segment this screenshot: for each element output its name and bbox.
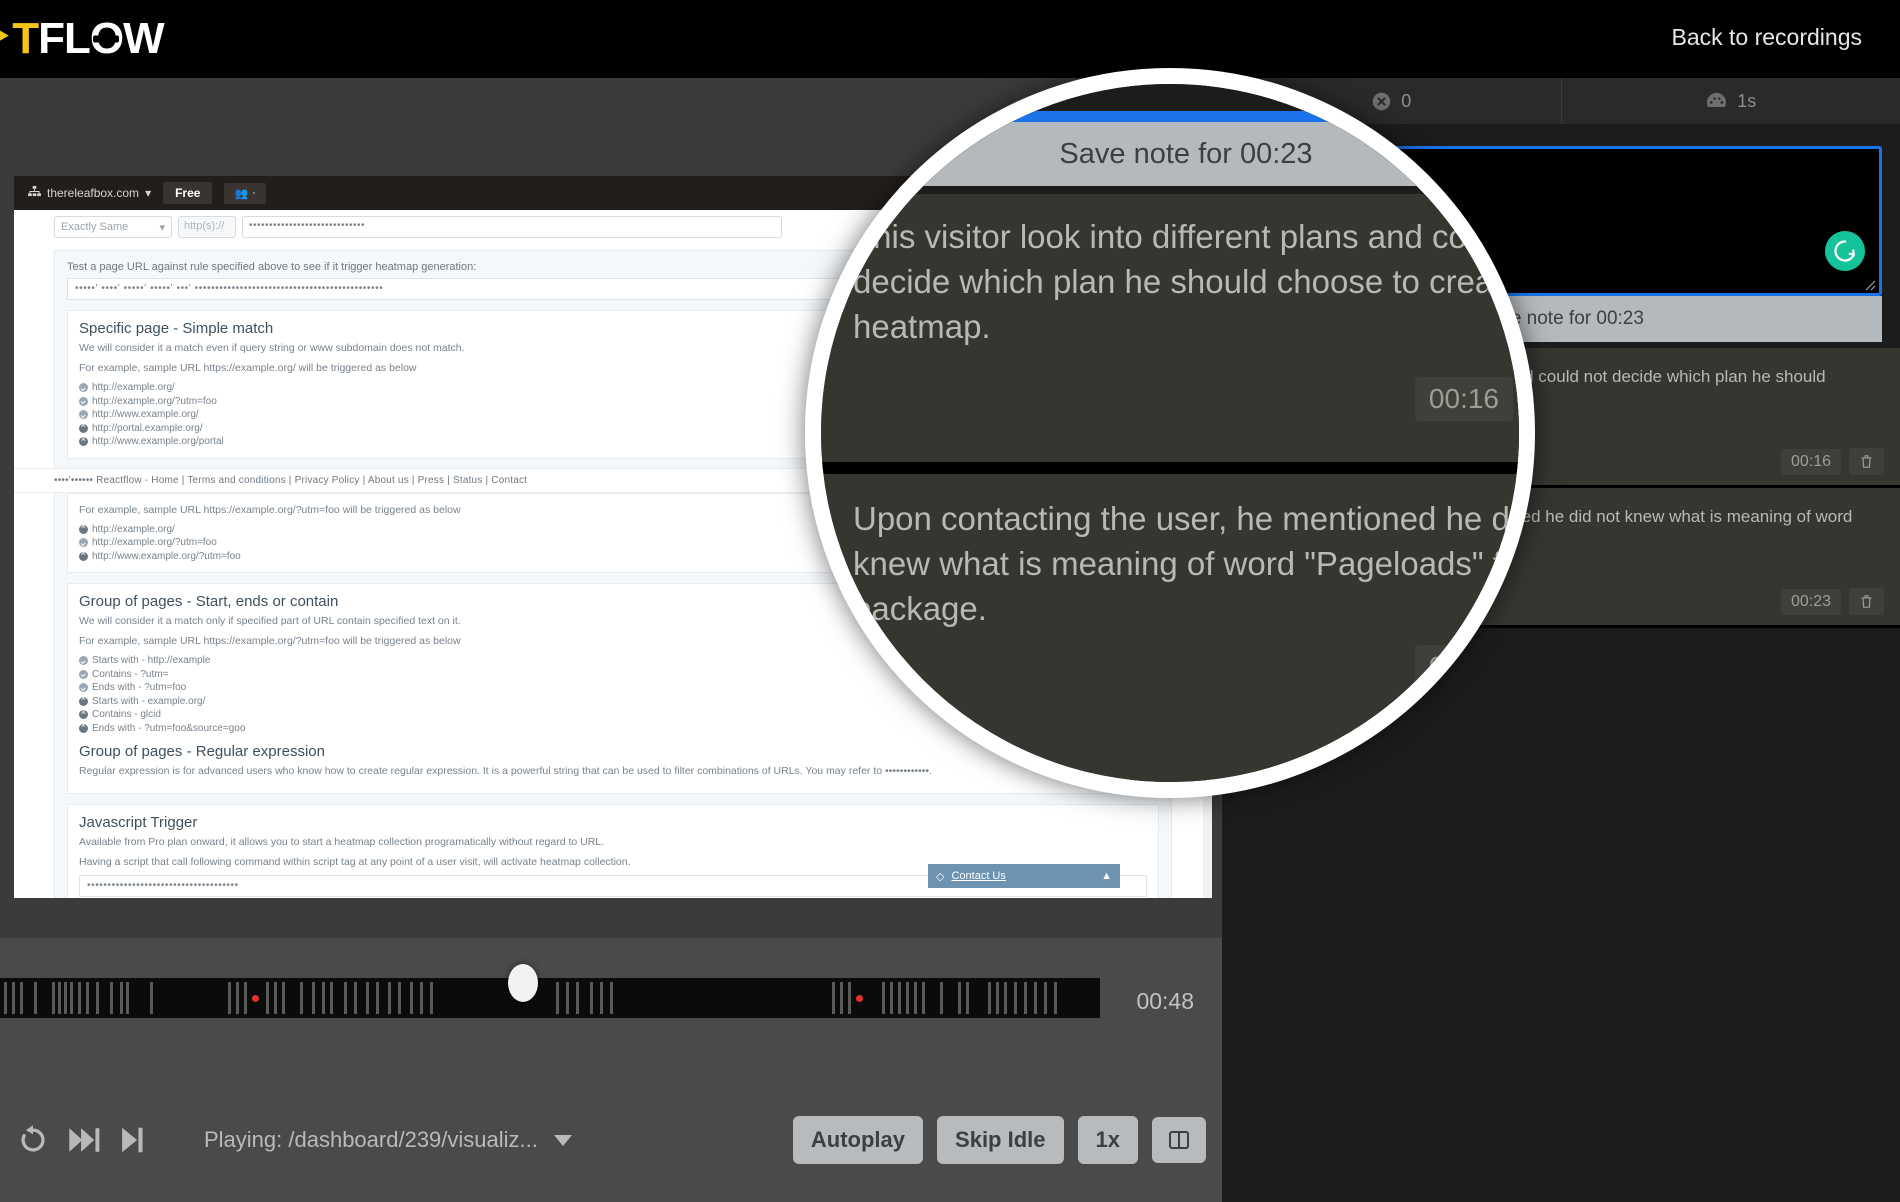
list-item-text: http://example.org/	[92, 523, 175, 537]
cross-icon	[79, 710, 88, 719]
protocol-prefix: http(s)://	[178, 216, 236, 238]
magnifier-content: Save note for 00:23 This visitor look in…	[821, 84, 1535, 798]
match-type-select[interactable]: Exactly Same ▾	[54, 216, 172, 238]
note-timestamp[interactable]: 00:16	[1781, 449, 1841, 475]
skip-forward-icon[interactable]	[68, 1125, 102, 1155]
restart-icon[interactable]	[16, 1123, 50, 1157]
seek-area: 00:48	[0, 938, 1222, 1078]
list-item-text: http://www.example.org/portal	[92, 435, 224, 449]
list-item-text: Contains - ?utm=	[92, 668, 168, 682]
list-item-text: http://example.org/	[92, 381, 175, 395]
list-item-text: Contains - glcid	[92, 708, 161, 722]
check-icon	[79, 656, 88, 665]
stat-speed-value: 1s	[1737, 91, 1756, 112]
list-item-text: Starts with - example.org/	[92, 695, 205, 709]
top-bar: ⯈TFLOW Back to recordings	[0, 0, 1900, 78]
magnifier-overlay: Save note for 00:23 This visitor look in…	[805, 68, 1535, 798]
list-item-text: http://example.org/?utm=foo	[92, 395, 217, 409]
magnified-note-text: This visitor look into different plans a…	[853, 214, 1535, 349]
app-logo: ⯈TFLOW	[0, 14, 164, 64]
timeline-track[interactable]	[0, 978, 1100, 1018]
contact-us-label: Contact Us	[951, 870, 1005, 882]
match-type-value: Exactly Same	[61, 221, 128, 233]
cross-icon	[79, 437, 88, 446]
trash-icon[interactable]	[1849, 588, 1884, 615]
trash-icon[interactable]	[1849, 448, 1884, 475]
check-icon	[79, 410, 88, 419]
magnified-note-meta: 00:23	[1415, 642, 1535, 691]
cross-icon	[79, 724, 88, 733]
list-item-text: Starts with - http://example	[92, 654, 210, 668]
site-name: thereleafbox.com	[47, 186, 139, 200]
playing-url-selector[interactable]: Playing: /dashboard/239/visualiz...	[204, 1127, 572, 1153]
list-item-text: http://portal.example.org/	[92, 422, 203, 436]
event-marker[interactable]	[252, 995, 259, 1002]
cross-icon	[79, 525, 88, 534]
cross-icon	[79, 697, 88, 706]
rule-desc: Available from Pro plan onward, it allow…	[79, 835, 1147, 850]
chevron-down-icon: ▾	[159, 221, 165, 234]
logo-text-rest: FL	[38, 14, 90, 63]
chevron-up-icon: ▲	[1101, 870, 1112, 882]
contact-us-widget[interactable]: ◇ Contact Us ▲	[928, 864, 1120, 888]
note-timestamp[interactable]: 00:23	[1781, 589, 1841, 615]
back-to-recordings-link[interactable]: Back to recordings	[1672, 24, 1862, 51]
speedometer-icon	[1705, 91, 1728, 112]
autoplay-button[interactable]: Autoplay	[793, 1116, 923, 1164]
note-meta: 00:16	[1781, 448, 1884, 475]
cross-icon	[79, 552, 88, 561]
check-icon	[79, 397, 88, 406]
recording-player-page: ⯈TFLOW Back to recordings 0 1s Save note…	[0, 0, 1900, 1202]
note-meta: 00:23	[1781, 588, 1884, 615]
team-badge[interactable]: 👥 ·	[224, 183, 265, 204]
chevron-down-icon	[554, 1135, 572, 1146]
event-marker[interactable]	[856, 995, 863, 1002]
check-icon	[79, 538, 88, 547]
list-item-text: http://www.example.org/?utm=foo	[92, 550, 241, 564]
check-icon	[79, 683, 88, 692]
list-item-text: Ends with - ?utm=foo&source=goo	[92, 722, 245, 736]
magnified-note-text: Upon contacting the user, he mentioned h…	[853, 496, 1535, 631]
logo-accent: ⯈T	[0, 14, 38, 63]
logo-text-tail: W	[123, 14, 164, 63]
magnified-note-meta: 00:16	[1415, 374, 1535, 423]
team-icon: 👥	[234, 187, 248, 200]
logo-o-icon: O	[90, 14, 123, 64]
check-icon	[79, 670, 88, 679]
timeline-scrubber[interactable]	[508, 964, 538, 1002]
plan-badge[interactable]: Free	[163, 182, 212, 204]
controls-right-group: Autoplay Skip Idle 1x	[793, 1116, 1206, 1164]
stat-speed[interactable]: 1s	[1562, 78, 1900, 124]
list-item-text: Ends with - ?utm=foo	[92, 681, 186, 695]
sitemap-icon	[28, 186, 41, 200]
playback-speed-button[interactable]: 1x	[1078, 1116, 1138, 1164]
magnified-textarea-border	[821, 111, 1535, 122]
skip-idle-button[interactable]: Skip Idle	[937, 1116, 1063, 1164]
site-selector[interactable]: thereleafbox.com ▾	[28, 186, 151, 200]
team-badge-text: ·	[252, 187, 256, 199]
diamond-icon: ◇	[936, 870, 944, 883]
player-controls: Playing: /dashboard/239/visualiz... Auto…	[0, 1078, 1222, 1202]
url-input[interactable]: •••••••••••••••••••••••••••••	[242, 216, 782, 238]
cross-icon	[79, 424, 88, 433]
magnified-note-separator	[821, 462, 1535, 474]
chevron-down-icon: ▾	[145, 186, 151, 200]
magnified-note-timestamp[interactable]: 00:23	[1415, 645, 1513, 689]
total-time-label: 00:48	[1136, 988, 1194, 1015]
list-item-text: http://www.example.org/	[92, 408, 199, 422]
rule-title: Javascript Trigger	[79, 814, 1147, 831]
next-event-icon[interactable]	[120, 1125, 146, 1155]
list-item-text: http://example.org/?utm=foo	[92, 536, 217, 550]
playing-url-label: Playing: /dashboard/239/visualiz...	[204, 1127, 538, 1153]
check-icon	[79, 383, 88, 392]
grammarly-icon[interactable]	[1825, 231, 1865, 271]
magnified-save-note-button[interactable]: Save note for 00:23	[821, 122, 1535, 186]
split-panel-icon[interactable]	[1152, 1117, 1206, 1163]
magnified-note-timestamp[interactable]: 00:16	[1415, 377, 1513, 421]
